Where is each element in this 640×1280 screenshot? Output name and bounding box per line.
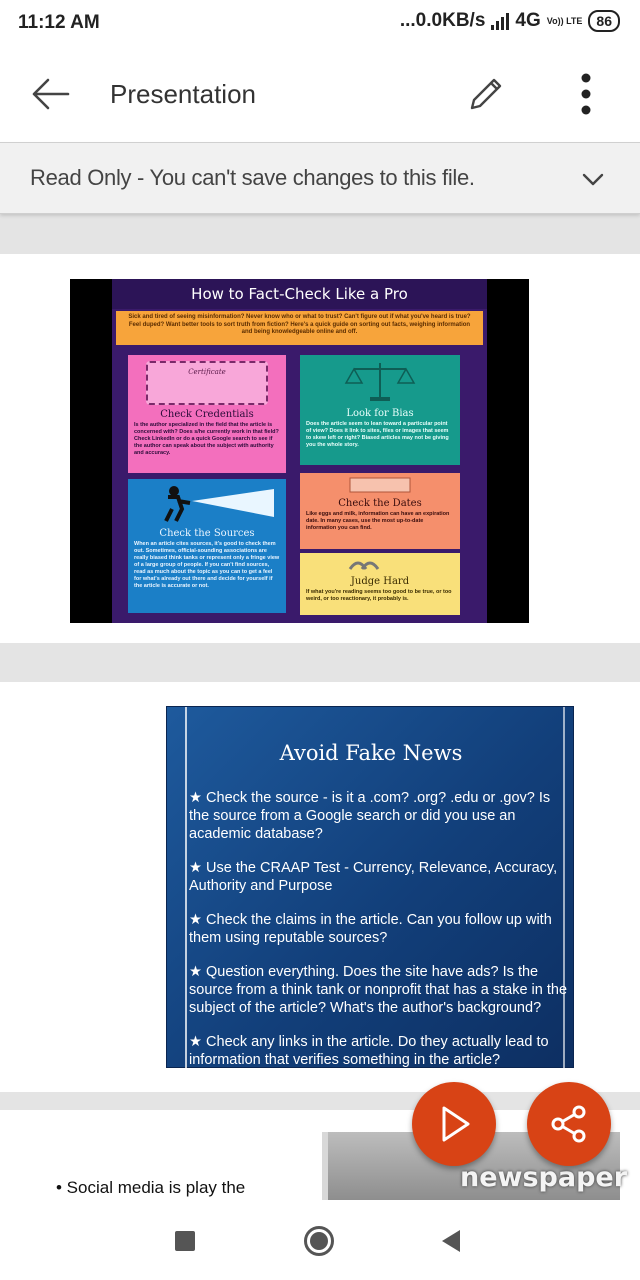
network-type: 4G [515, 10, 541, 31]
card-body: Like eggs and milk, information can have… [306, 511, 450, 531]
card-body: If what you're reading seems too good to… [306, 589, 452, 602]
read-only-banner[interactable]: Read Only - You can't save changes to th… [0, 142, 640, 214]
gavel-icon [348, 561, 380, 570]
slide-2[interactable]: Avoid Fake News ★ Check the source - is … [0, 682, 640, 1092]
tips-list: ★ Check the source - is it a .com? .org?… [189, 789, 569, 1085]
scales-icon [344, 363, 416, 401]
list-item: ★ Check the claims in the article. Can y… [189, 912, 552, 946]
slide-bullet-text: • Social media is play the [56, 1178, 246, 1197]
card-body: When an article cites sources, it's good… [134, 541, 280, 589]
triangle-back-icon[interactable] [434, 1224, 468, 1258]
card-heading: Check the Sources [159, 528, 255, 539]
card-check-the-sources: Check the Sources When an article cites … [128, 479, 286, 613]
more-vertical-icon[interactable] [566, 70, 606, 118]
chevron-down-icon[interactable] [580, 167, 606, 191]
volte-icon: Vo)) LTE [546, 15, 583, 26]
list-item: ★ Question everything. Does the site hav… [189, 964, 568, 1016]
share-button[interactable] [527, 1082, 611, 1166]
slide-heading: Avoid Fake News [279, 741, 463, 765]
arrow-left-icon[interactable] [28, 72, 72, 116]
fact-check-infographic: How to Fact-Check Like a Pro Sick and ti… [70, 279, 529, 623]
card-body: Does the article seem to lean toward a p… [306, 421, 449, 448]
signal-icon [491, 12, 510, 30]
card-check-credentials: Certificate Check Credentials Is the aut… [128, 355, 286, 473]
infographic-intro: Sick and tired of seeing misinformation?… [116, 311, 483, 345]
system-nav-bar [0, 1200, 640, 1280]
card-heading: Check Credentials [160, 409, 254, 420]
certificate-icon: Certificate [146, 361, 268, 405]
play-button[interactable] [412, 1082, 496, 1166]
status-time: 11:12 AM [18, 12, 100, 33]
read-only-message: Read Only - You can't save changes to th… [30, 165, 475, 190]
pencil-icon[interactable] [464, 72, 508, 116]
flashlight-person-icon [164, 486, 274, 522]
card-heading: Judge Hard [350, 576, 410, 587]
circle-icon[interactable] [302, 1224, 336, 1258]
app-bar: Presentation [0, 46, 640, 142]
infographic-body: How to Fact-Check Like a Pro Sick and ti… [112, 279, 487, 623]
card-heading: Look for Bias [346, 408, 414, 419]
card-body: Is the author specialized in the field t… [134, 422, 279, 456]
share-icon [551, 1105, 586, 1143]
card-look-for-bias: Look for Bias Does the article seem to l… [300, 355, 460, 465]
calendar-icon [349, 477, 411, 493]
battery-indicator: 86 [588, 10, 620, 32]
slide-1[interactable]: How to Fact-Check Like a Pro Sick and ti… [0, 254, 640, 643]
list-item: ★ Check the source - is it a .com? .org?… [189, 790, 551, 842]
screen: 11:12 AM ...0.0KB/s 4G Vo)) LTE 86 Prese… [0, 0, 640, 1280]
card-check-the-dates: Check the Dates Like eggs and milk, info… [300, 473, 460, 549]
network-speed: ...0.0KB/s [399, 10, 486, 31]
avoid-fake-news-panel: Avoid Fake News ★ Check the source - is … [166, 706, 574, 1069]
card-heading: Check the Dates [338, 498, 422, 509]
card-judge-hard: Judge Hard If what you're reading seems … [300, 553, 460, 615]
status-right: ...0.0KB/s 4G Vo)) LTE 86 [400, 10, 620, 32]
status-bar: 11:12 AM ...0.0KB/s 4G Vo)) LTE 86 [0, 0, 640, 46]
newspaper-image-text: newspaper [460, 1162, 628, 1193]
page-title: Presentation [110, 79, 256, 109]
infographic-title: How to Fact-Check Like a Pro [112, 279, 487, 309]
square-icon[interactable] [168, 1224, 202, 1258]
play-icon [442, 1106, 470, 1142]
list-item: ★ Check any links in the article. Do the… [189, 1034, 549, 1068]
list-item: ★ Use the CRAAP Test - Currency, Relevan… [189, 860, 558, 894]
